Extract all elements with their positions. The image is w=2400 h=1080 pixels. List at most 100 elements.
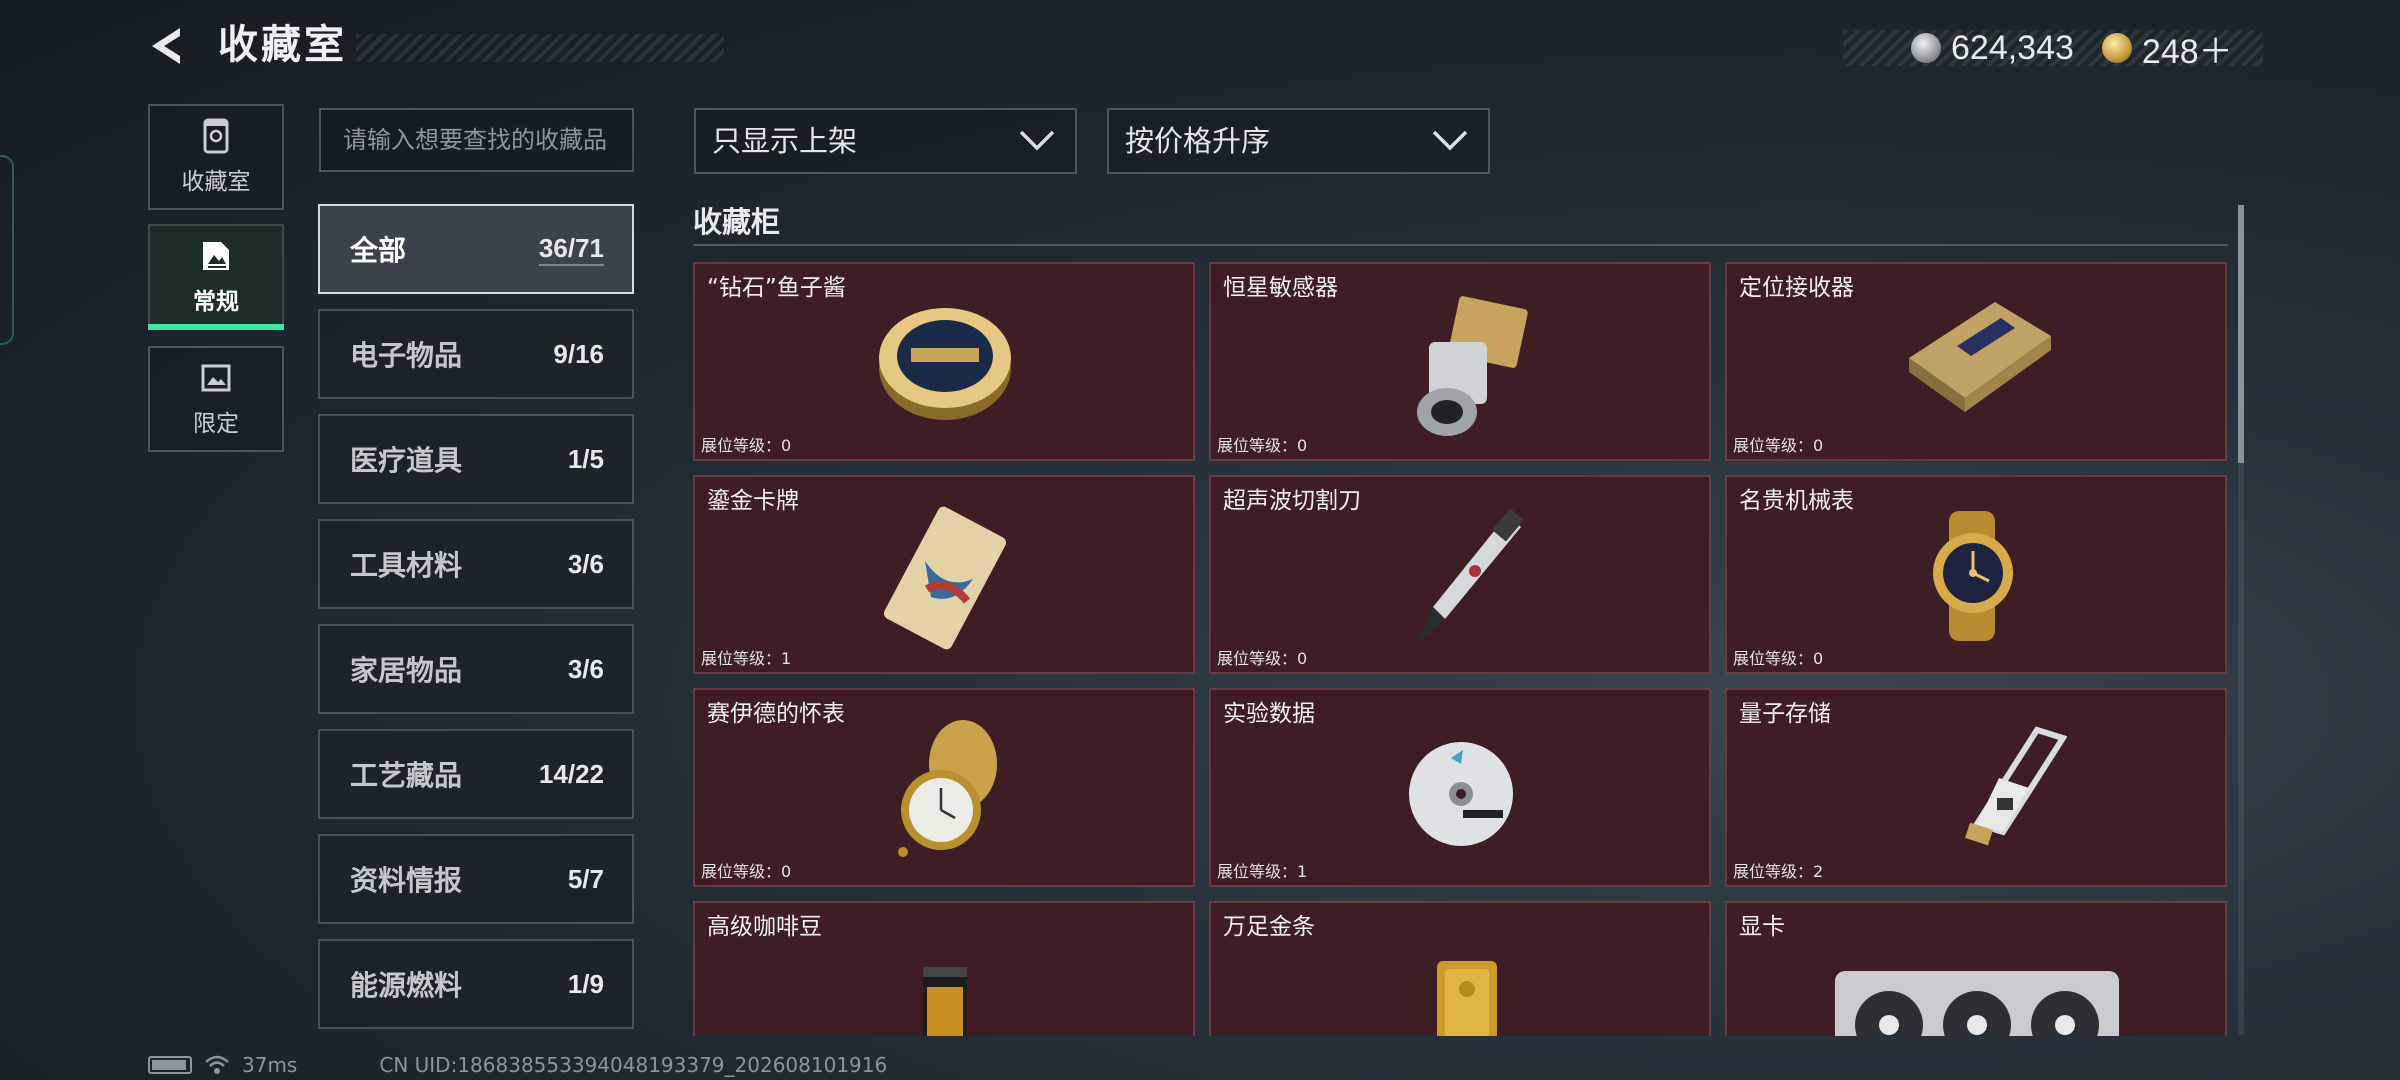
collection-grid: “钻石”鱼子酱 展位等级：0 恒星敏感器 展位等级：0 定位接收器 展位等级：0 — [692, 261, 2228, 1036]
section-title: 收藏柜 — [693, 205, 781, 239]
item-name: 恒星敏感器 — [1223, 275, 1338, 301]
category-count: 14/22 — [538, 758, 604, 789]
category-crafts[interactable]: 工艺藏品 14/22 — [318, 729, 634, 819]
category-energy[interactable]: 能源燃料 1/9 — [318, 939, 634, 1029]
item-name: 赛伊德的怀表 — [707, 701, 845, 727]
item-card[interactable]: 显卡 — [1725, 901, 2227, 1036]
item-card[interactable]: 超声波切割刀 展位等级：0 — [1209, 475, 1711, 674]
frame-icon — [201, 364, 231, 392]
header: 收藏室 — [146, 22, 724, 68]
currency-bar: 624,343 248＋ — [1843, 28, 2263, 71]
gold-coin-icon — [2101, 33, 2132, 63]
card-icon — [203, 242, 229, 270]
chevron-down-icon — [1432, 130, 1468, 151]
chevron-down-icon — [1019, 130, 1055, 151]
item-name: 高级咖啡豆 — [707, 914, 822, 940]
category-medical[interactable]: 医疗道具 1/5 — [318, 414, 634, 504]
item-card[interactable]: “钻石”鱼子酱 展位等级：0 — [693, 262, 1195, 461]
item-card[interactable]: 万足金条 — [1209, 901, 1711, 1036]
silver-coin-icon — [1911, 33, 1941, 63]
pocket-watch-icon — [898, 720, 997, 857]
status-footer: 37ms CN UID:186838553394048193379_202608… — [148, 1052, 887, 1078]
ultrasonic-cutter-icon — [1417, 508, 1524, 643]
vault-icon — [203, 118, 229, 154]
graphics-card-icon — [1835, 971, 2119, 1036]
category-count: 5/7 — [567, 863, 604, 894]
section-divider — [693, 244, 2228, 246]
display-level: 展位等级：0 — [1217, 649, 1308, 668]
category-count: 9/16 — [553, 338, 604, 369]
category-intel[interactable]: 资料情报 5/7 — [318, 834, 634, 924]
sort-value: 按价格升序 — [1125, 124, 1271, 158]
item-card[interactable]: 定位接收器 展位等级：0 — [1725, 262, 2227, 461]
category-all[interactable]: 全部 36/71 — [318, 204, 634, 294]
star-sensor-icon — [1417, 296, 1528, 436]
back-arrow-icon[interactable] — [146, 26, 188, 66]
item-card[interactable]: 鎏金卡牌 展位等级：1 — [693, 475, 1195, 674]
category-name: 工具材料 — [350, 549, 463, 582]
shelf-filter-value: 只显示上架 — [712, 124, 858, 158]
category-name: 工艺藏品 — [350, 759, 463, 792]
gps-receiver-icon — [1909, 302, 2051, 412]
category-name: 全部 — [350, 234, 407, 267]
page-title: 收藏室 — [218, 22, 347, 68]
nav-vault[interactable]: 收藏室 — [148, 104, 284, 210]
coffee-bag-icon — [923, 967, 967, 1036]
nav-regular[interactable]: 常规 — [148, 224, 284, 330]
display-level: 展位等级：0 — [1217, 436, 1308, 455]
item-name: 定位接收器 — [1739, 275, 1854, 301]
category-name: 医疗道具 — [350, 444, 463, 477]
category-name: 家居物品 — [350, 654, 463, 687]
item-name: 超声波切割刀 — [1223, 488, 1361, 514]
shelf-filter-dropdown[interactable]: 只显示上架 — [694, 108, 1077, 174]
gilded-card-icon — [883, 506, 1007, 650]
item-card[interactable]: 实验数据 展位等级：1 — [1209, 688, 1711, 887]
display-level: 展位等级：0 — [701, 862, 792, 881]
category-electronics[interactable]: 电子物品 9/16 — [318, 309, 634, 399]
display-level: 展位等级：2 — [1733, 862, 1824, 881]
category-tools[interactable]: 工具材料 3/6 — [318, 519, 634, 609]
item-name: 量子存储 — [1739, 701, 1831, 727]
item-card[interactable]: 量子存储 展位等级：2 — [1725, 688, 2227, 887]
nav-limited[interactable]: 限定 — [148, 346, 284, 452]
data-disc-icon — [1409, 742, 1513, 846]
category-count: 3/6 — [567, 653, 604, 684]
wifi-icon — [205, 1055, 229, 1074]
ping-value: 37ms — [242, 1053, 298, 1077]
scrollbar-thumb[interactable] — [2238, 205, 2244, 463]
display-level: 展位等级：0 — [701, 436, 792, 455]
display-level: 展位等级：0 — [1733, 436, 1824, 455]
item-name: 万足金条 — [1223, 914, 1315, 940]
category-name: 资料情报 — [350, 864, 463, 897]
quantum-storage-icon — [1965, 726, 2067, 846]
item-card[interactable]: 赛伊德的怀表 展位等级：0 — [693, 688, 1195, 887]
gold-currency-value[interactable]: 248＋ — [2142, 24, 2233, 73]
category-name: 能源燃料 — [350, 969, 463, 1002]
item-name: 鎏金卡牌 — [707, 488, 799, 514]
sort-dropdown[interactable]: 按价格升序 — [1107, 108, 1490, 174]
category-household[interactable]: 家居物品 3/6 — [318, 624, 634, 714]
title-decoration — [356, 34, 724, 62]
item-name: 实验数据 — [1223, 701, 1315, 727]
category-count: 1/9 — [567, 968, 604, 999]
category-count: 1/5 — [567, 443, 604, 474]
search-input[interactable]: 请输入想要查找的收藏品 — [319, 108, 634, 172]
category-count: 36/71 — [538, 233, 604, 266]
nav-label: 限定 — [193, 411, 239, 437]
display-level: 展位等级：0 — [1733, 649, 1824, 668]
edge-indicator — [0, 155, 14, 345]
battery-icon — [148, 1056, 192, 1074]
item-card[interactable]: 高级咖啡豆 — [693, 901, 1195, 1036]
category-count: 3/6 — [567, 548, 604, 579]
gold-bar-icon — [1437, 961, 1497, 1036]
item-name: 名贵机械表 — [1739, 488, 1854, 514]
display-level: 展位等级：1 — [701, 649, 792, 668]
display-level: 展位等级：1 — [1217, 862, 1308, 881]
luxury-watch-icon — [1933, 511, 2013, 641]
item-card[interactable]: 名贵机械表 展位等级：0 — [1725, 475, 2227, 674]
item-name: 显卡 — [1739, 914, 1785, 940]
silver-currency-value: 624,343 — [1951, 28, 2074, 67]
nav-label: 常规 — [193, 289, 239, 315]
uid-text: CN UID:186838553394048193379_20260810191… — [379, 1053, 888, 1077]
item-card[interactable]: 恒星敏感器 展位等级：0 — [1209, 262, 1711, 461]
